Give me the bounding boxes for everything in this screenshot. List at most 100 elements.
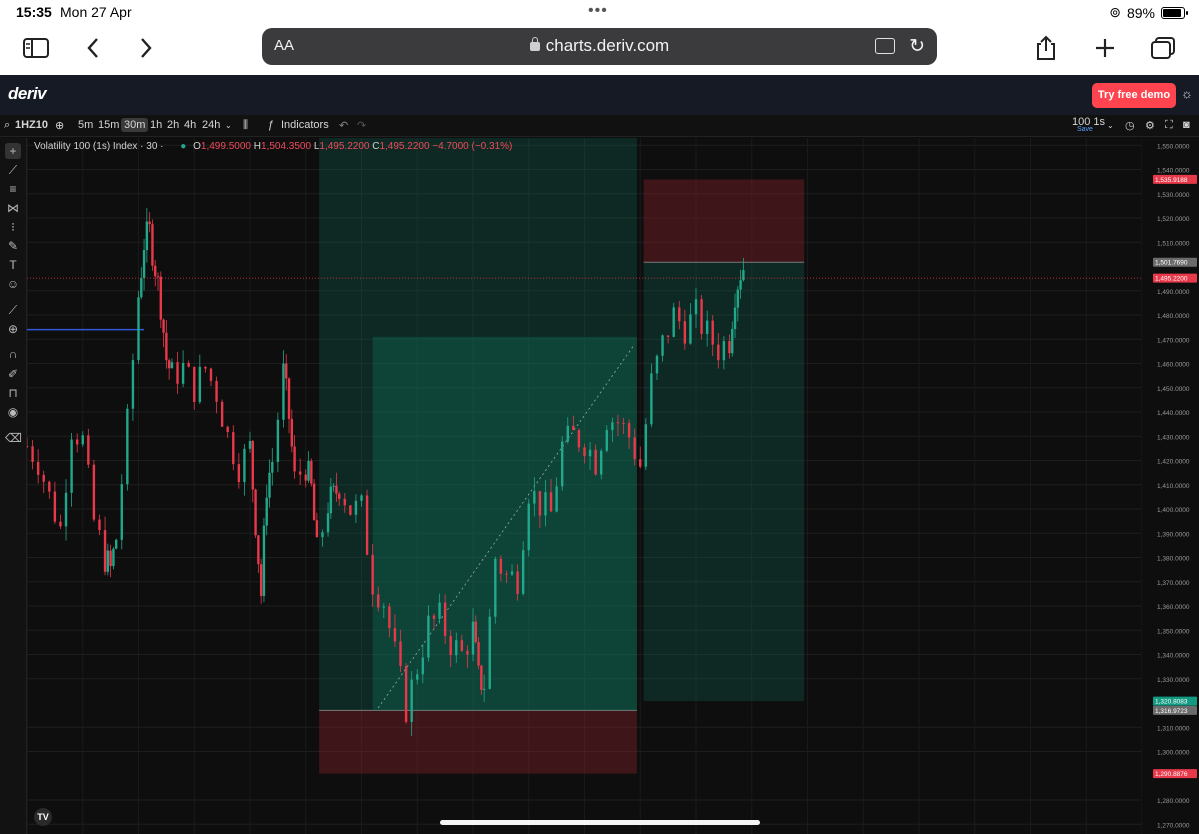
candle-body	[176, 362, 179, 384]
save-button[interactable]: Save	[1077, 126, 1093, 133]
timeframe-dropdown-icon[interactable]: ⌄	[225, 121, 232, 130]
candle-style-icon[interactable]: ⫼	[243, 119, 248, 132]
replay-icon[interactable]: ◷	[1125, 119, 1135, 132]
candle-body	[678, 307, 681, 322]
candle-body	[53, 491, 57, 522]
redo-icon[interactable]: ↷	[357, 119, 366, 132]
tf-4h[interactable]: 4h	[184, 119, 196, 131]
hide-drawings-icon[interactable]: ◉	[5, 404, 21, 420]
candle-body	[689, 314, 692, 344]
extension-icon[interactable]	[875, 38, 895, 54]
tf-2h[interactable]: 2h	[167, 119, 179, 131]
zoom-in-icon[interactable]: ⊕	[5, 321, 21, 337]
brush-icon[interactable]: ✎	[5, 238, 21, 254]
candle-body	[388, 606, 391, 629]
candle-body	[722, 341, 726, 361]
ruler-icon[interactable]: ⟋	[5, 302, 21, 318]
candle-body	[427, 615, 430, 658]
emoji-icon[interactable]: ☺	[5, 276, 21, 292]
new-tab-icon[interactable]	[1090, 35, 1120, 61]
candle-body	[70, 439, 73, 493]
draw-mode-icon[interactable]: ✐	[5, 366, 21, 382]
candle-body	[31, 446, 34, 462]
multitasking-dots-icon[interactable]: •••	[588, 2, 608, 20]
symbol-search-icon[interactable]: ⌕	[4, 119, 10, 132]
screenshot-icon[interactable]: ◙	[1183, 119, 1190, 131]
candle-body	[733, 307, 737, 329]
url-display[interactable]: charts.deriv.com	[262, 36, 937, 56]
candle-body	[455, 640, 458, 656]
lock-drawings-icon[interactable]: ⊓	[5, 385, 21, 401]
candle-body	[237, 464, 241, 483]
candle-body	[555, 486, 558, 512]
candle-body	[471, 621, 475, 655]
candle-body	[672, 307, 675, 337]
undo-icon[interactable]: ↶	[339, 119, 348, 132]
ios-status-bar: 15:35 Mon 27 Apr ••• ⊚ 89%	[0, 0, 1199, 26]
price-tick-label: 1,330.0000	[1157, 677, 1190, 684]
fib-icon[interactable]: ≡	[5, 181, 21, 197]
candle-body	[728, 341, 731, 354]
fullscreen-icon[interactable]: ⛶	[1165, 119, 1173, 132]
price-tick-label: 1,450.0000	[1157, 386, 1190, 393]
tf-1h[interactable]: 1h	[150, 119, 162, 131]
candle-body	[343, 498, 346, 506]
candle-body	[460, 640, 464, 651]
projection-icon[interactable]: ⁝	[5, 219, 21, 235]
candle-body	[661, 335, 664, 356]
candle-body	[516, 571, 519, 594]
sidebar-icon[interactable]	[21, 35, 51, 61]
status-time: 15:35	[16, 4, 52, 20]
crosshair-icon[interactable]: +	[5, 143, 21, 159]
price-tick-label: 1,280.0000	[1157, 798, 1190, 805]
theme-toggle-icon[interactable]: ☼	[1181, 86, 1193, 101]
tf-24h[interactable]: 24h	[202, 119, 220, 131]
candle-body	[393, 628, 397, 642]
candle-body	[204, 366, 207, 369]
candle-body	[583, 447, 586, 457]
tf-5m[interactable]: 5m	[78, 119, 93, 131]
tf-30m[interactable]: 30m	[121, 118, 149, 132]
share-icon[interactable]	[1031, 35, 1061, 61]
candle-body	[477, 642, 480, 666]
candle-body	[705, 320, 709, 334]
try-free-demo-button[interactable]: Try free demo	[1092, 83, 1176, 108]
tradingview-logo[interactable]: TV	[34, 808, 52, 826]
price-tick-label: 1,420.0000	[1157, 459, 1190, 466]
indicators-icon[interactable]: ƒ	[268, 119, 274, 131]
tf-15m[interactable]: 15m	[98, 119, 119, 131]
candle-body	[290, 418, 294, 447]
price-tick-label: 1,490.0000	[1157, 289, 1190, 296]
short-stop-zone	[643, 179, 805, 263]
candle-body	[622, 423, 625, 425]
candle-body	[156, 276, 160, 278]
legend-symbol-name: Volatility 100 (1s) Index · 30 ·	[34, 141, 164, 152]
candle-body	[282, 363, 285, 420]
price-chart[interactable]: 1,550.0000 1,540.0000 1,530.0000 1,520.0000…	[27, 138, 1199, 834]
indicators-button[interactable]: Indicators	[281, 119, 329, 131]
deriv-logo[interactable]: deriv	[8, 84, 47, 104]
reload-icon[interactable]: ↻	[909, 35, 925, 58]
candle-body	[338, 493, 341, 499]
candle-body	[639, 459, 642, 467]
candle-body	[742, 270, 745, 281]
candle-body	[198, 366, 202, 402]
compare-add-icon[interactable]: ⊕	[55, 119, 64, 132]
trend-line-icon[interactable]: ⟋	[5, 162, 21, 178]
symbol-label[interactable]: 1HZ10	[15, 119, 48, 131]
tabs-overview-icon[interactable]	[1148, 35, 1178, 61]
text-icon[interactable]: T	[5, 257, 21, 273]
pattern-icon[interactable]: ⋈	[5, 200, 21, 216]
settings-icon[interactable]: ⚙	[1145, 119, 1155, 132]
candle-body	[304, 474, 307, 481]
candle-body	[566, 425, 569, 442]
address-bar[interactable]: AA charts.deriv.com ↻	[262, 28, 937, 65]
price-label: 1,501.7690	[1155, 260, 1188, 267]
forward-icon[interactable]	[131, 35, 161, 61]
drawing-tools-panel: + ⟋ ≡ ⋈ ⁝ ✎ T ☺ ⟋ ⊕ ∩ ✐ ⊓ ◉ ⌫	[0, 138, 27, 834]
magnet-icon[interactable]: ∩	[5, 346, 21, 362]
interval-dropdown-icon[interactable]: ⌄	[1107, 121, 1114, 130]
candle-body	[694, 299, 698, 315]
back-icon[interactable]	[78, 35, 108, 61]
trash-icon[interactable]: ⌫	[5, 430, 22, 446]
